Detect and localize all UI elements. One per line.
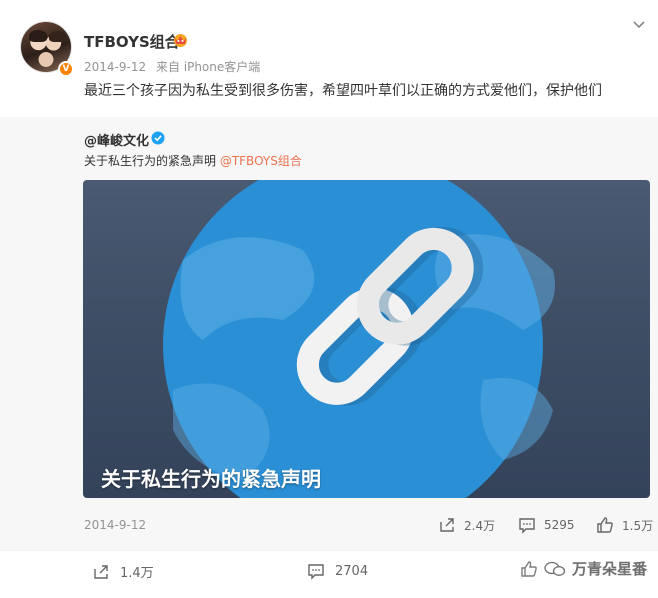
original-text: 关于私生行为的紧急声明 @TFBOYS组合: [84, 152, 302, 169]
original-text-body: 关于私生行为的紧急声明: [84, 154, 220, 168]
like-icon[interactable]: [520, 560, 538, 578]
share-icon: [440, 518, 454, 532]
post-source: 来自 iPhone客户端: [155, 60, 261, 74]
comment-count: 2704: [335, 563, 369, 579]
post-username[interactable]: TFBOYS组合: [84, 31, 180, 52]
wechat-icon: [544, 561, 566, 576]
share-icon: [94, 564, 108, 579]
like-icon: [597, 517, 613, 533]
comment-button[interactable]: 2704: [307, 562, 368, 580]
post-meta: 2014-9-12 来自 iPhone客户端: [84, 58, 266, 75]
original-author[interactable]: @峰峻文化: [84, 130, 149, 149]
repost-share-count: 2.4万: [464, 518, 496, 533]
comment-icon: [519, 518, 535, 534]
chevron-down-icon[interactable]: [632, 18, 646, 32]
post-text: 最近三个孩子因为私生受到很多伤害，希望四叶草们以正确的方式爱他们，保护他们: [84, 83, 602, 99]
crown-icon: [174, 34, 187, 47]
repost-comment-count: 5295: [544, 518, 575, 532]
share-button[interactable]: 1.4万: [92, 562, 154, 581]
weibo-post: V TFBOYS组合 2014-9-12 来自 iPhone客户端 最近三个孩子…: [0, 0, 658, 598]
repost-footer: 2014-9-12 2.4万 5295 1.5万: [0, 510, 658, 540]
post-date[interactable]: 2014-9-12: [84, 60, 146, 74]
verified-icon: [151, 131, 165, 145]
article-card[interactable]: 关于私生行为的紧急声明: [83, 180, 650, 498]
verified-v-badge: V: [58, 61, 74, 77]
repost-like-count: 1.5万: [622, 518, 654, 533]
mention-link[interactable]: @TFBOYS组合: [220, 154, 302, 168]
link-card-illustration: [163, 180, 555, 498]
repost-date[interactable]: 2014-9-12: [84, 518, 146, 532]
repost-share-button[interactable]: 2.4万: [438, 516, 495, 534]
share-count: 1.4万: [120, 566, 154, 581]
repost-comment-button[interactable]: 5295: [518, 516, 575, 534]
watermark: 万青朵星番: [520, 558, 647, 579]
comment-icon: [308, 564, 324, 580]
watermark-text: 万青朵星番: [572, 560, 648, 578]
repost-like-button[interactable]: 1.5万: [596, 516, 653, 534]
card-title: 关于私生行为的紧急声明: [101, 467, 321, 491]
